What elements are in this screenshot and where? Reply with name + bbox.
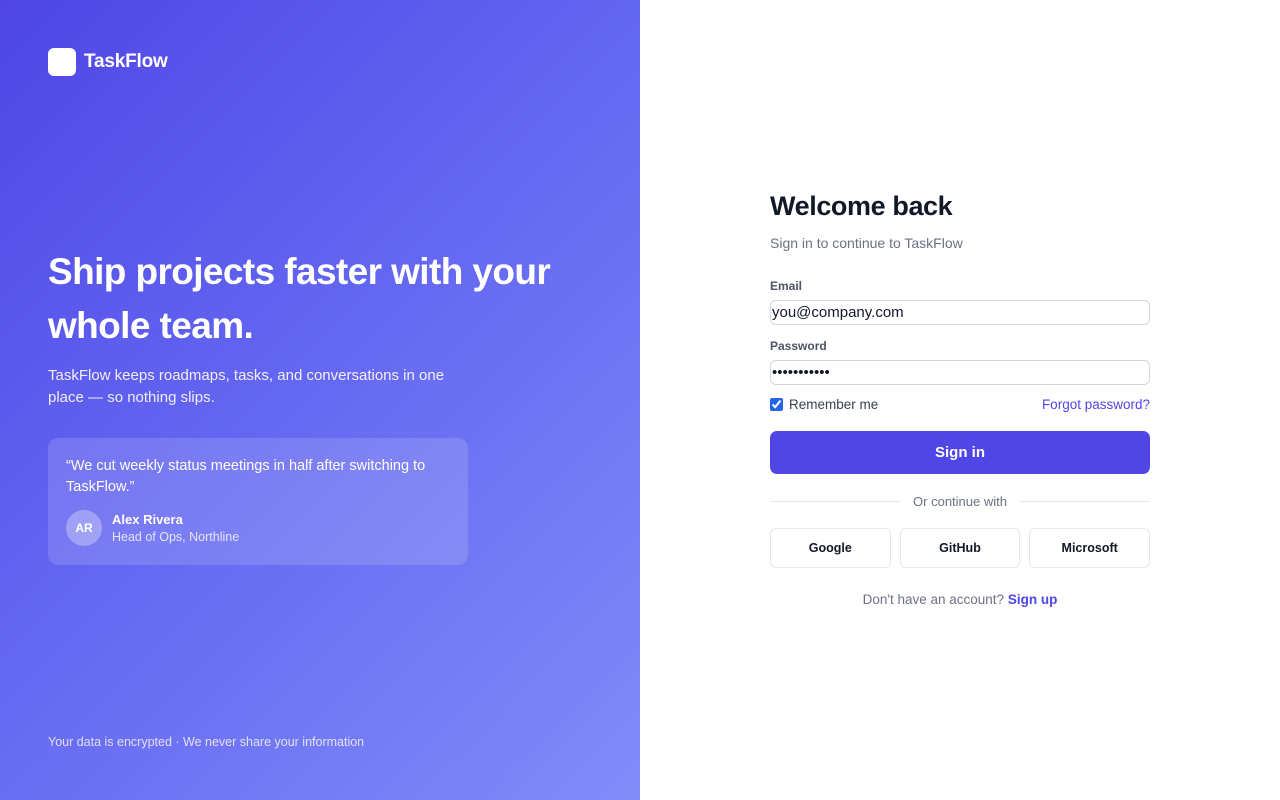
forgot-password-link[interactable]: Forgot password? — [1042, 397, 1150, 412]
brand-name: TaskFlow — [84, 51, 168, 72]
remember-me-label: Remember me — [789, 397, 879, 412]
divider-label: Or continue with — [913, 494, 1007, 509]
author-name: Alex Rivera — [112, 512, 183, 527]
divider: Or continue with — [770, 494, 1150, 509]
sign-in-button[interactable]: Sign in — [770, 431, 1150, 474]
signup-row: Don't have an account? Sign up — [770, 592, 1150, 607]
author-details: Alex Rivera Head of Ops, Northline — [112, 512, 239, 544]
github-sign-in-button[interactable]: GitHub — [899, 528, 1021, 568]
password-label: Password — [770, 339, 827, 353]
page-title: Welcome back — [770, 191, 953, 221]
password-field[interactable] — [770, 360, 1150, 385]
divider-line — [770, 501, 902, 502]
microsoft-sign-in-button[interactable]: Microsoft — [1029, 528, 1151, 568]
signup-prompt: Don't have an account? — [862, 592, 1005, 607]
page-subtitle: Sign in to continue to TaskFlow — [770, 235, 963, 251]
testimonial-card: “We cut weekly status meetings in half a… — [48, 438, 468, 565]
hero-subhead: TaskFlow keeps roadmaps, tasks, and conv… — [48, 367, 445, 406]
remember-me-checkbox[interactable] — [770, 398, 783, 411]
options-row: Remember me Forgot password? — [770, 397, 1150, 412]
sso-providers: Google GitHub Microsoft — [770, 528, 1151, 568]
email-label: Email — [770, 279, 803, 293]
brand-logo-icon — [48, 48, 76, 76]
hero-headline: Ship projects faster with your whole tea… — [48, 251, 551, 346]
divider-line — [1018, 501, 1150, 502]
testimonial-author: AR Alex Rivera Head of Ops, Northline — [66, 510, 450, 546]
remember-me[interactable]: Remember me — [770, 397, 878, 412]
testimonial-quote: “We cut weekly status meetings in half a… — [66, 458, 426, 495]
hero-panel: TaskFlow Ship projects faster with your … — [0, 0, 640, 800]
security-note: Your data is encrypted · We never share … — [48, 735, 365, 749]
sign-in-form: Welcome back Sign in to continue to Task… — [770, 190, 1151, 607]
sign-up-link[interactable]: Sign up — [1008, 592, 1058, 607]
brand: TaskFlow — [48, 48, 168, 76]
author-role: Head of Ops, Northline — [112, 530, 240, 544]
google-sign-in-button[interactable]: Google — [770, 528, 891, 568]
auth-panel: Welcome back Sign in to continue to Task… — [640, 0, 1280, 800]
avatar: AR — [66, 510, 102, 546]
email-field[interactable] — [770, 300, 1150, 325]
